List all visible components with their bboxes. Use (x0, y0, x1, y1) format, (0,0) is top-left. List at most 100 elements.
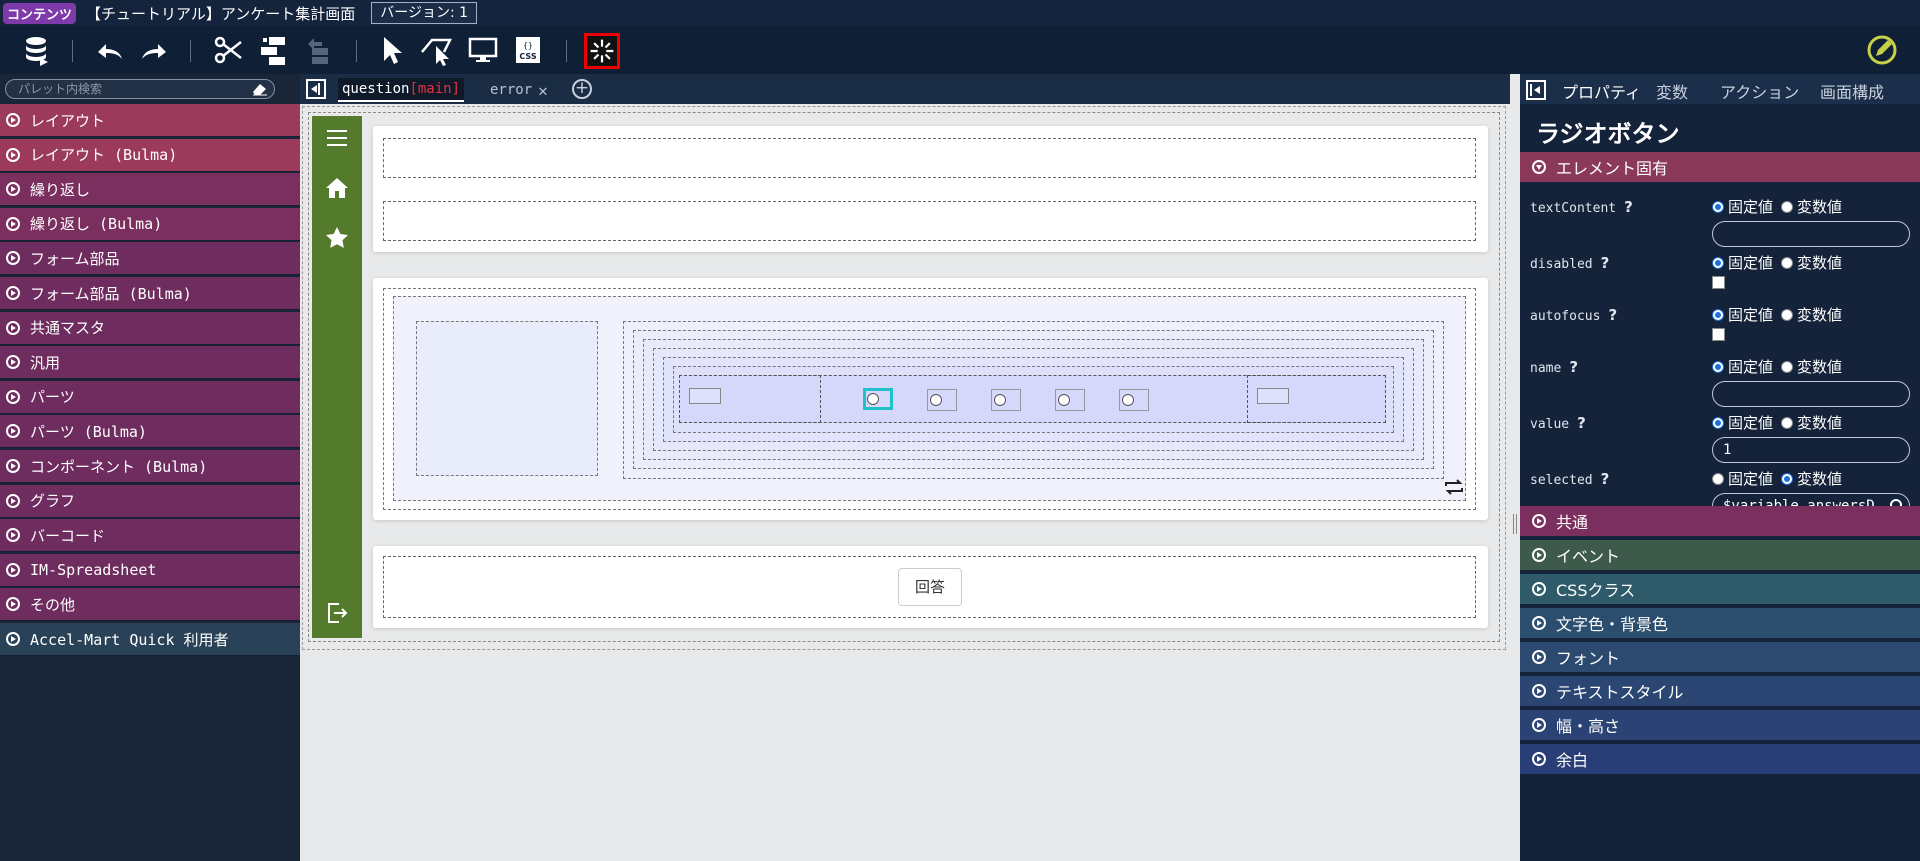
help-icon[interactable]: ? (1608, 306, 1617, 324)
palette-item-label: フォーム部品 (Bulma) (30, 284, 192, 303)
palette-item[interactable]: コンポーネント (Bulma) (0, 450, 300, 483)
text-field-placeholder-2[interactable] (383, 201, 1476, 241)
question-label-column[interactable] (416, 321, 598, 476)
radio-fixed[interactable] (1712, 360, 1724, 373)
radio-variable[interactable] (1781, 256, 1794, 269)
loading-spinner-icon[interactable] (584, 33, 620, 69)
property-input-textContent[interactable] (1712, 221, 1910, 247)
radio-fixed[interactable] (1712, 256, 1724, 269)
css-icon[interactable]: {} CSS (510, 32, 546, 68)
palette-item[interactable]: レイアウト (Bulma) (0, 138, 300, 172)
repeat-icon[interactable] (1443, 478, 1465, 496)
answer-button[interactable]: 回答 (898, 568, 962, 606)
radio-option-5[interactable] (1119, 389, 1149, 411)
radio-fixed[interactable] (1712, 200, 1724, 213)
undo-icon[interactable] (92, 32, 128, 68)
radio-variable[interactable] (1781, 360, 1794, 373)
home-icon[interactable] (325, 176, 349, 200)
radio-button-icon[interactable] (1058, 394, 1070, 406)
palette-item[interactable]: レイアウト (0, 104, 300, 137)
section-2[interactable]: CSSクラス (1520, 574, 1920, 604)
section-6[interactable]: 幅・高さ (1520, 710, 1920, 740)
palette-item[interactable]: フォーム部品 (Bulma) (0, 277, 300, 310)
palette-item[interactable]: パーツ (Bulma) (0, 415, 300, 449)
palette-item[interactable]: バーコード (0, 519, 300, 553)
logout-icon[interactable] (325, 601, 349, 625)
section-element-own[interactable]: エレメント固有 (1520, 152, 1920, 182)
monitor-icon[interactable] (465, 32, 501, 68)
palette-item[interactable]: IM-Spreadsheet (0, 553, 300, 587)
footer-card[interactable]: 回答 (373, 546, 1488, 628)
radio-button-icon[interactable] (930, 394, 942, 406)
redo-icon[interactable] (136, 32, 172, 68)
select-parent-icon[interactable] (418, 32, 454, 68)
close-icon[interactable]: ✕ (538, 81, 548, 100)
radio-variable[interactable] (1781, 416, 1794, 429)
panel-resize-handle[interactable] (1510, 74, 1520, 861)
edit-pencil-icon[interactable] (1864, 32, 1900, 68)
palette-item[interactable]: 繰り返し (Bulma) (0, 207, 300, 241)
collapse-panel-icon[interactable] (1526, 80, 1546, 100)
add-tab-icon[interactable]: + (572, 79, 592, 99)
tab-error[interactable]: error ✕ (486, 78, 552, 102)
palette-item[interactable]: その他 (0, 588, 300, 622)
palette-item[interactable]: 汎用 (0, 346, 300, 380)
property-input-value[interactable]: 1 (1712, 437, 1910, 463)
palette-item[interactable]: Accel-Mart Quick 利用者 (0, 623, 300, 656)
section-3[interactable]: 文字色・背景色 (1520, 608, 1920, 638)
help-icon[interactable]: ? (1577, 414, 1586, 432)
property-input-name[interactable] (1712, 381, 1910, 407)
header-card[interactable] (373, 126, 1488, 252)
section-5[interactable]: テキストスタイル (1520, 676, 1920, 706)
palette-item[interactable]: 共通マスタ (0, 311, 300, 345)
radio-button-icon[interactable] (994, 394, 1006, 406)
section-1[interactable]: イベント (1520, 540, 1920, 570)
tab-variables[interactable]: 変数 (1656, 79, 1688, 103)
radio-variable[interactable] (1781, 308, 1794, 321)
palette-item[interactable]: フォーム部品 (0, 242, 300, 276)
copy-element-icon[interactable] (255, 32, 291, 68)
radio-option-1-selected[interactable] (863, 388, 893, 410)
tab-question[interactable]: question [main] (338, 78, 465, 102)
property-checkbox-disabled[interactable] (1712, 276, 1725, 289)
cursor-icon[interactable] (374, 32, 410, 68)
paste-element-icon[interactable] (300, 32, 336, 68)
property-label-name: name? (1530, 358, 1578, 376)
help-icon[interactable]: ? (1569, 358, 1578, 376)
section-4[interactable]: フォント (1520, 642, 1920, 672)
star-icon[interactable] (325, 226, 349, 250)
help-icon[interactable]: ? (1624, 198, 1633, 216)
radio-button-icon[interactable] (1122, 394, 1134, 406)
eraser-icon[interactable] (252, 82, 268, 96)
property-checkbox-autofocus[interactable] (1712, 328, 1725, 341)
palette-item[interactable]: グラフ (0, 484, 300, 518)
text-field-placeholder[interactable] (383, 138, 1476, 178)
scissors-icon[interactable] (210, 32, 246, 68)
radio-option-2[interactable] (927, 389, 957, 411)
palette-item[interactable]: パーツ (0, 380, 300, 414)
collapse-palette-icon[interactable] (306, 79, 326, 99)
section-0[interactable]: 共通 (1520, 506, 1920, 536)
radio-option-3[interactable] (991, 389, 1021, 411)
help-icon[interactable]: ? (1601, 254, 1610, 272)
database-icon[interactable] (18, 32, 54, 68)
tab-screen-structure[interactable]: 画面構成 (1820, 79, 1884, 103)
section-7[interactable]: 余白 (1520, 744, 1920, 774)
radio-fixed[interactable] (1712, 416, 1724, 429)
right-label-placeholder[interactable] (1257, 388, 1289, 404)
radio-option-4[interactable] (1055, 389, 1085, 411)
tab-properties[interactable]: プロパティ (1562, 79, 1641, 103)
palette-item[interactable]: 繰り返し (0, 173, 300, 207)
help-icon[interactable]: ? (1601, 470, 1610, 488)
tab-actions[interactable]: アクション (1720, 79, 1799, 103)
radio-fixed[interactable] (1712, 472, 1724, 485)
radio-variable[interactable] (1781, 200, 1794, 213)
question-card[interactable] (373, 278, 1488, 520)
left-label-placeholder[interactable] (689, 388, 721, 404)
radio-variable[interactable] (1781, 472, 1794, 485)
version-box[interactable]: バージョン: 1 (371, 2, 478, 24)
palette-search-input[interactable] (18, 81, 238, 97)
hamburger-menu-icon[interactable] (325, 126, 349, 150)
radio-button-icon[interactable] (867, 393, 879, 405)
radio-fixed[interactable] (1712, 308, 1724, 321)
